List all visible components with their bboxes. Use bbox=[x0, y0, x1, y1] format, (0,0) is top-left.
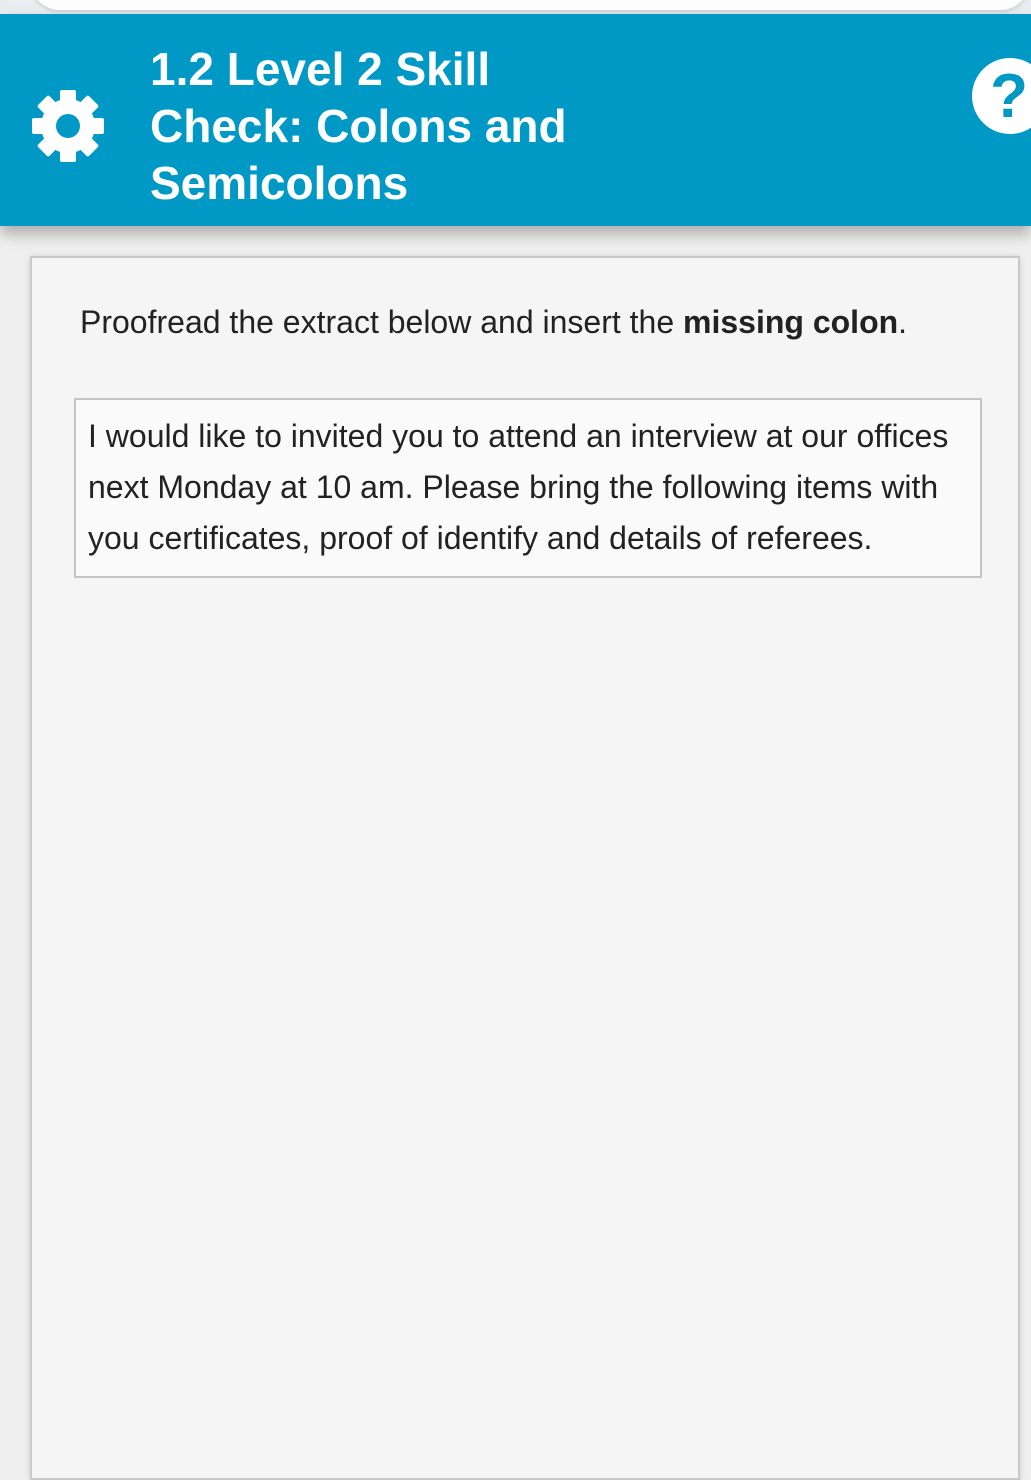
instruction-suffix: . bbox=[898, 304, 908, 340]
help-icon: ? bbox=[990, 62, 1028, 131]
instruction-prefix: Proofread the extract below and insert t… bbox=[80, 304, 684, 340]
gear-icon bbox=[32, 90, 104, 162]
help-button[interactable]: ? bbox=[972, 58, 1031, 134]
extract-text-box[interactable]: I would like to invited you to attend an… bbox=[74, 398, 982, 578]
top-pill-decoration bbox=[30, 0, 1030, 10]
page-title: 1.2 Level 2 Skill Check: Colons and Semi… bbox=[150, 43, 567, 209]
activity-header: 1.2 Level 2 Skill Check: Colons and Semi… bbox=[0, 14, 1031, 226]
instruction-text: Proofread the extract below and insert t… bbox=[80, 300, 907, 344]
question-card: Proofread the extract below and insert t… bbox=[30, 256, 1020, 1480]
instruction-emphasis: missing colon bbox=[683, 304, 899, 340]
top-strip bbox=[0, 0, 1031, 14]
settings-button[interactable] bbox=[28, 86, 108, 166]
